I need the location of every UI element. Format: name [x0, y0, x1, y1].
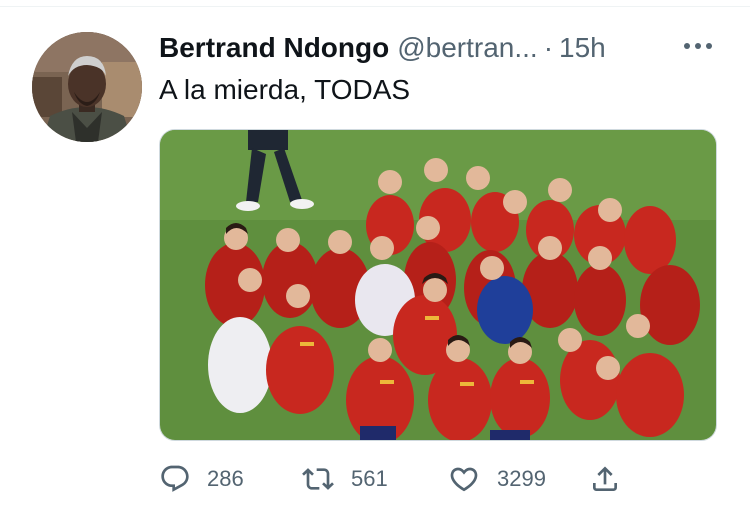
avatar-image	[32, 32, 142, 142]
tweet[interactable]: Bertrand Ndongo @bertran... · 15h A la m…	[0, 0, 750, 521]
heart-icon	[450, 467, 478, 492]
more-horizontal-icon	[684, 43, 712, 49]
reply-icon	[161, 465, 189, 492]
retweet-count: 561	[351, 466, 388, 491]
share-button[interactable]	[589, 459, 621, 499]
reply-button[interactable]: 286	[159, 459, 244, 499]
divider	[0, 6, 750, 7]
tweet-actions: 286 561 3299	[159, 459, 639, 499]
tweet-text: A la mierda, TODAS	[159, 74, 411, 105]
author-handle[interactable]: @bertran...	[397, 32, 537, 64]
author-display-name[interactable]: Bertrand Ndongo	[159, 32, 389, 64]
retweet-button[interactable]: 561	[301, 459, 388, 499]
tweet-header: Bertrand Ndongo @bertran... · 15h	[159, 30, 606, 66]
retweet-icon	[302, 468, 334, 490]
more-options-button[interactable]	[682, 34, 714, 58]
team-photo-image	[160, 130, 716, 440]
tweet-timestamp[interactable]: 15h	[559, 32, 606, 64]
like-count: 3299	[497, 466, 546, 491]
header-separator: ·	[543, 32, 554, 63]
reply-count: 286	[207, 466, 244, 491]
tweet-photo[interactable]	[159, 129, 717, 441]
avatar[interactable]	[32, 32, 142, 142]
share-icon	[593, 466, 617, 491]
like-button[interactable]: 3299	[447, 459, 546, 499]
